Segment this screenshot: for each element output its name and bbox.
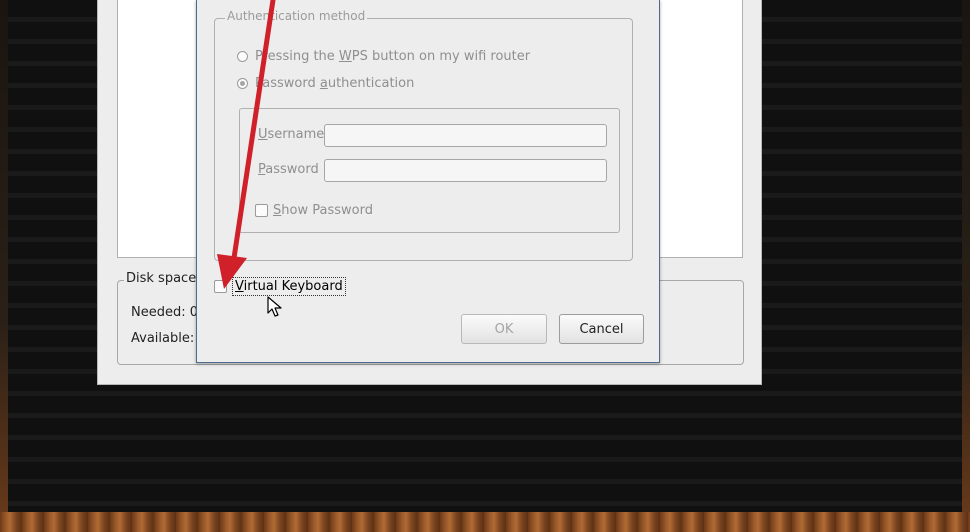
auth-method-legend: Authentication method (225, 9, 368, 23)
cancel-button[interactable]: Cancel (559, 314, 644, 344)
show-password-label: Show Password (273, 203, 373, 218)
credentials-group: Username Password Show Password (239, 108, 620, 233)
disk-needed-label: Needed: 0 (131, 305, 199, 320)
wps-radio-label: Pressing the WPS button on my wifi route… (255, 49, 531, 64)
mouse-pointer-icon (267, 296, 282, 317)
disk-space-legend: Disk space (124, 271, 199, 286)
wps-radio[interactable] (237, 51, 248, 62)
screen-frame-bottom (0, 512, 970, 532)
screen-frame-right (962, 0, 970, 532)
show-password-checkbox[interactable] (255, 204, 268, 217)
virtual-keyboard-checkbox[interactable] (214, 280, 227, 293)
username-label: Username (258, 127, 325, 142)
username-input[interactable] (324, 124, 607, 147)
password-auth-radio[interactable] (237, 78, 248, 89)
ok-button[interactable]: OK (461, 314, 547, 344)
show-password-option[interactable]: Show Password (255, 203, 373, 218)
password-auth-radio-label: Password authentication (255, 76, 415, 91)
auth-method-group: Authentication method Pressing the WPS b… (214, 9, 633, 261)
password-label: Password (258, 162, 319, 177)
disk-available-label: Available: (131, 331, 195, 346)
virtual-keyboard-label: Virtual Keyboard (232, 277, 346, 296)
screen-frame-left (0, 0, 8, 532)
password-input[interactable] (324, 159, 607, 182)
password-auth-radio-option[interactable]: Password authentication (237, 76, 414, 91)
wps-radio-option[interactable]: Pressing the WPS button on my wifi route… (237, 49, 530, 64)
virtual-keyboard-option[interactable]: Virtual Keyboard (214, 277, 346, 296)
